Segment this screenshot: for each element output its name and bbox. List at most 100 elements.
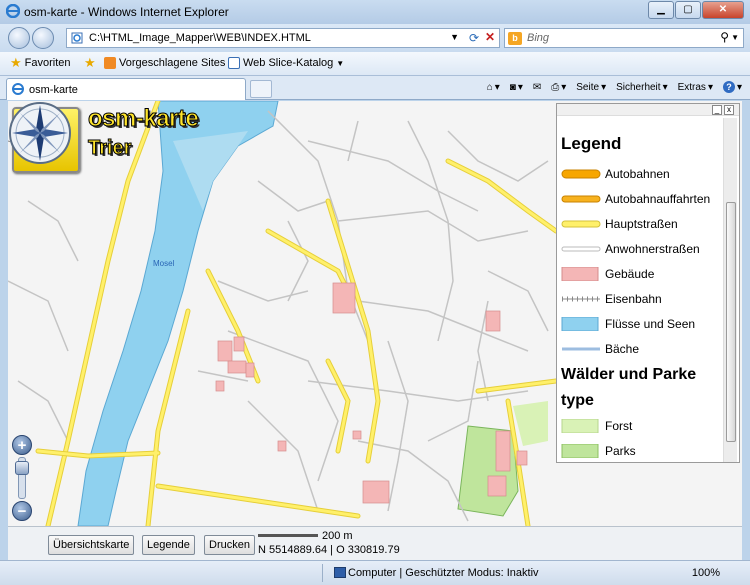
bing-icon: b	[508, 32, 522, 45]
window-title: osm-karte - Windows Internet Explorer	[24, 5, 229, 19]
legend-item: Forst	[561, 416, 721, 436]
print-button[interactable]: ⎙ ▾	[551, 82, 566, 93]
new-tab-button[interactable]	[250, 80, 272, 98]
ie-icon	[12, 83, 24, 95]
legend-scrollbar[interactable]	[723, 118, 737, 462]
help-icon: ?	[722, 81, 735, 93]
legend-swatch	[561, 419, 599, 433]
suggested-sites-link[interactable]: Vorgeschlagene Sites ▼	[104, 57, 236, 69]
legend-swatch	[561, 220, 601, 228]
back-button[interactable]	[8, 27, 30, 49]
legend-label: Autobahnauffahrten	[605, 192, 711, 206]
tab-bar: osm-karte ⌂ ▾ ◙ ▾ ✉ ⎙ ▾ Seite ▾ Sicherheit ▾ …	[0, 76, 750, 100]
web-slice-link[interactable]: Web Slice-Katalog ▼	[228, 57, 344, 69]
maximize-button[interactable]: ▢	[675, 1, 701, 19]
legend-item: Gebäude	[561, 264, 721, 284]
legend-swatch	[561, 444, 599, 458]
legend-section-subheading: type	[561, 392, 594, 409]
address-bar-row: C:\HTML_Image_Mapper\WEB\INDEX.HTML ▼ ⟳ …	[0, 24, 750, 52]
chevron-down-icon: ▼	[336, 58, 345, 68]
url-text: C:\HTML_Image_Mapper\WEB\INDEX.HTML	[89, 32, 311, 44]
legend-item: Hauptstraßen	[561, 214, 721, 234]
extras-menu-label: Extras	[677, 81, 706, 93]
ie-icon	[6, 4, 20, 18]
zoom-out-button[interactable]: −	[12, 501, 32, 521]
tab-osm-karte[interactable]: osm-karte	[6, 78, 246, 100]
search-placeholder: Bing	[527, 32, 550, 44]
legend-minimize-button[interactable]: _	[712, 105, 722, 115]
forward-button[interactable]	[32, 27, 54, 49]
search-input[interactable]: b Bing ⚲ ▼	[504, 28, 744, 48]
close-button[interactable]: ✕	[702, 1, 744, 19]
legend-swatch	[561, 246, 601, 252]
favorites-label: Favoriten	[24, 57, 71, 69]
map-toolbar: Übersichtskarte Legende Drucken 200 m N …	[8, 526, 742, 560]
status-separator	[322, 564, 323, 582]
legend-item: Bäche	[561, 339, 721, 359]
compass-rose-icon[interactable]	[8, 101, 72, 165]
page-menu-label: Seite	[576, 81, 600, 93]
chevron-down-icon[interactable]: ▼	[450, 32, 459, 42]
legend-label: Anwohnerstraßen	[605, 242, 700, 256]
suggested-sites-label: Vorgeschlagene Sites	[119, 57, 226, 69]
legend-item: Autobahnauffahrten	[561, 189, 721, 209]
legend-section-heading: Wälder und Parke	[561, 366, 697, 383]
map-title: osm-karte	[87, 105, 199, 133]
zoom-level[interactable]: 100%	[692, 567, 720, 579]
extras-menu[interactable]: Extras ▾	[678, 82, 713, 93]
search-icon[interactable]: ⚲	[720, 30, 729, 44]
zoom-slider-handle[interactable]	[15, 461, 29, 475]
address-field[interactable]: C:\HTML_Image_Mapper\WEB\INDEX.HTML ▼ ⟳ …	[66, 28, 500, 48]
legend-item: Autobahnen	[561, 164, 721, 184]
favorites-button[interactable]: ★ Favoriten	[10, 55, 71, 70]
title-bar: osm-karte - Windows Internet Explorer ▁ …	[0, 0, 750, 24]
add-favorite-icon: ★	[84, 55, 96, 70]
legend-item: Anwohnerstraßen	[561, 239, 721, 259]
tab-label: osm-karte	[29, 84, 78, 96]
legend-swatch	[562, 296, 600, 302]
safety-menu-label: Sicherheit	[616, 81, 661, 93]
mail-icon: ✉	[532, 81, 542, 93]
favorites-bar: ★ Favoriten ★ Vorgeschlagene Sites ▼ Web…	[0, 52, 750, 76]
minimize-button[interactable]: ▁	[648, 1, 674, 19]
legend-swatch	[561, 317, 599, 331]
legend-item: Eisenbahn	[561, 289, 721, 309]
status-text: Computer | Geschützter Modus: Inaktiv	[348, 567, 539, 579]
stop-icon[interactable]: ✕	[485, 30, 495, 44]
legend-close-button[interactable]: x	[724, 105, 734, 115]
suggested-sites-icon	[104, 57, 116, 69]
legend-label: Forst	[605, 419, 633, 433]
overview-map-button[interactable]: Übersichtskarte	[48, 535, 135, 555]
page-menu[interactable]: Seite ▾	[576, 82, 606, 93]
refresh-icon[interactable]: ⟳	[469, 31, 479, 45]
legend-label: Gebäude	[605, 267, 655, 281]
print-map-button[interactable]: Drucken	[204, 535, 255, 555]
status-bar: Computer | Geschützter Modus: Inaktiv 10…	[0, 560, 750, 585]
legend-label: Flüsse und Seen	[605, 317, 696, 331]
legend-scrollbar-thumb[interactable]	[726, 202, 736, 442]
home-button[interactable]: ⌂ ▾	[487, 82, 500, 93]
home-icon: ⌂	[486, 81, 493, 93]
legend-panel: _ x Legend Autobahnen Autobahnauffahrten…	[556, 103, 740, 463]
legend-label: Autobahnen	[605, 167, 670, 181]
star-icon: ★	[10, 55, 22, 70]
add-favorite-button[interactable]: ★	[84, 55, 96, 70]
zoom-control: + −	[12, 435, 32, 523]
legend-swatch	[562, 347, 600, 351]
map-view[interactable]: ☝ osm-karte Trier Mosel + − _	[8, 101, 742, 526]
legend-item: Flüsse und Seen	[561, 314, 721, 334]
scale-label: 200 m	[322, 530, 353, 542]
scale-bar	[258, 534, 318, 537]
page-content: ☝ osm-karte Trier Mosel + − _	[8, 101, 742, 560]
page-icon	[71, 32, 83, 44]
help-button[interactable]: ? ▾	[722, 81, 742, 93]
legend-button[interactable]: Legende	[142, 535, 195, 555]
zoom-in-button[interactable]: +	[12, 435, 32, 455]
legend-swatch	[561, 267, 599, 281]
safety-menu[interactable]: Sicherheit ▾	[616, 82, 668, 93]
feeds-button[interactable]: ◙ ▾	[510, 82, 523, 93]
web-slice-label: Web Slice-Katalog	[243, 57, 334, 69]
mail-button[interactable]: ✉	[533, 82, 541, 93]
map-subtitle: Trier	[87, 137, 132, 160]
chevron-down-icon[interactable]: ▼	[731, 33, 739, 42]
